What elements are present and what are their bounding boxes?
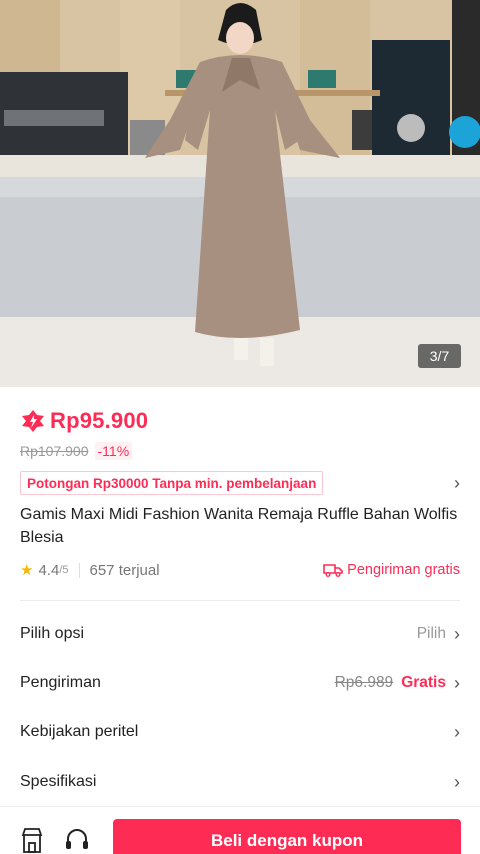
headset-icon[interactable] <box>64 826 90 854</box>
free-shipping-label: Pengiriman gratis <box>323 562 460 578</box>
free-shipping-text: Pengiriman gratis <box>347 562 460 578</box>
retailer-policy-row[interactable]: Kebijakan peritel › <box>20 717 460 747</box>
rating-value: 4.4 <box>38 561 60 579</box>
coupon-row[interactable]: Potongan Rp30000 Tanpa min. pembelanjaan… <box>20 470 460 496</box>
divider <box>78 562 80 578</box>
specification-label: Spesifikasi <box>20 773 97 790</box>
shop-icon[interactable] <box>20 826 44 854</box>
product-image[interactable]: 3/7 <box>0 0 480 387</box>
star-icon: ★ <box>20 562 34 579</box>
shipping-label: Pengiriman <box>20 674 101 691</box>
shipping-free-badge: Gratis <box>401 674 446 691</box>
flash-sale-icon <box>22 410 44 432</box>
chevron-right-icon: › <box>454 672 460 693</box>
current-price: Rp95.900 <box>50 408 149 433</box>
discount-badge: -11% <box>94 442 133 460</box>
sold-count: 657 terjual <box>89 561 160 579</box>
choose-option-row[interactable]: Pilih opsi Pilih › <box>20 619 460 649</box>
chevron-right-icon: › <box>454 721 460 742</box>
buy-with-coupon-button[interactable]: Beli dengan kupon <box>113 819 461 854</box>
chevron-right-icon: › <box>454 623 460 644</box>
image-counter: 3/7 <box>418 344 461 368</box>
product-meta: ★ 4.4/5 657 terjual Pengiriman gratis <box>20 558 460 582</box>
chevron-right-icon: › <box>454 771 460 792</box>
choose-option-value: Pilih <box>416 625 446 642</box>
specification-row[interactable]: Spesifikasi › <box>20 767 460 797</box>
shipping-old-price: Rp6.989 <box>334 674 394 691</box>
rating-scale: /5 <box>59 564 69 576</box>
shipping-row[interactable]: Pengiriman Rp6.989 Gratis › <box>20 668 460 698</box>
section-divider <box>20 600 460 601</box>
original-price-row: Rp107.900 -11% <box>20 440 133 462</box>
truck-icon <box>323 564 343 577</box>
product-photo-illustration <box>0 0 480 387</box>
product-title: Gamis Maxi Midi Fashion Wanita Remaja Ru… <box>20 506 458 546</box>
original-price: Rp107.900 <box>20 443 89 459</box>
choose-option-label: Pilih opsi <box>20 625 85 642</box>
chevron-right-icon: › <box>454 472 460 493</box>
price-row: Rp95.900 <box>20 405 148 437</box>
retailer-policy-label: Kebijakan peritel <box>20 723 139 740</box>
coupon-badge[interactable]: Potongan Rp30000 Tanpa min. pembelanjaan <box>20 471 324 495</box>
